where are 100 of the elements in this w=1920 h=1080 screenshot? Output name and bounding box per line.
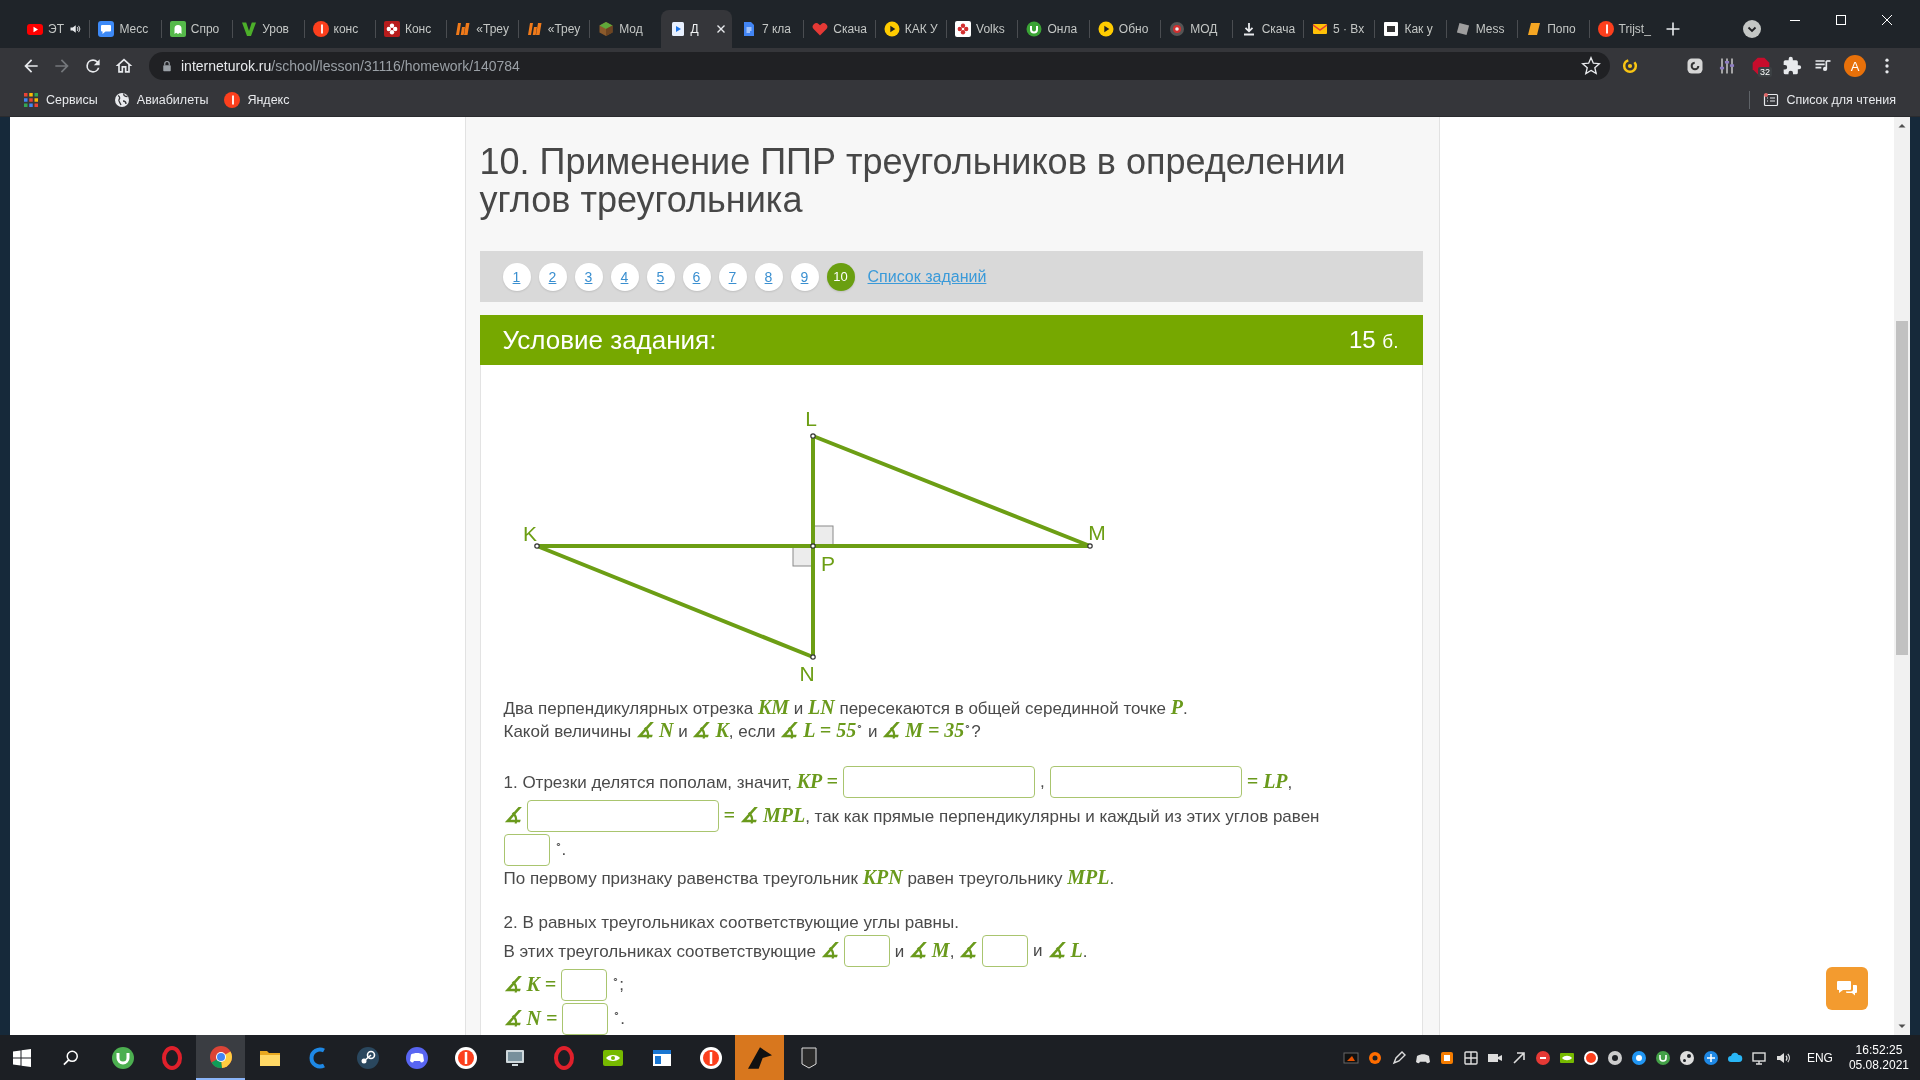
circle-logo-icon[interactable]	[1534, 1049, 1551, 1066]
browser-tab[interactable]: «Треу	[517, 10, 590, 48]
speaker-icon[interactable]	[68, 23, 81, 35]
browser-tab[interactable]: Спро	[160, 10, 233, 48]
ring-icon[interactable]	[1606, 1049, 1623, 1066]
question-text: ∡ N =	[503, 1007, 558, 1031]
network-icon[interactable]	[1750, 1049, 1767, 1066]
play-icon	[27, 21, 43, 37]
browser-tab[interactable]: Д	[660, 10, 732, 48]
circle-logo-icon[interactable]	[1582, 1049, 1599, 1066]
pen-icon[interactable]	[1390, 1049, 1407, 1066]
task-number-link[interactable]: 3	[574, 262, 603, 291]
globe-icon	[113, 92, 130, 108]
clock-date[interactable]: 05.08.2021	[1848, 1057, 1909, 1073]
language-indicator[interactable]: ENG	[1806, 1035, 1833, 1080]
question-text: $^{∘}$;	[612, 974, 624, 996]
browser-tab[interactable]: Как у	[1374, 10, 1446, 48]
square-logo-icon[interactable]	[1685, 56, 1705, 76]
browser-tab[interactable]: Попо	[1517, 10, 1589, 48]
question-text: По первому признаку равенства треугольник KPN равен треугольнику MPL.	[503, 867, 1115, 890]
bookmark-item[interactable]: Сервисы	[17, 88, 104, 112]
circle-logo-icon[interactable]	[1630, 1049, 1647, 1066]
heart-icon	[812, 21, 829, 37]
reading-list-button[interactable]: Список для чтения	[1757, 88, 1902, 112]
flower-icon	[383, 21, 400, 37]
browser-tab[interactable]: Обно	[1088, 10, 1161, 48]
circle-logo-icon	[312, 21, 329, 37]
browser-tab[interactable]: Скача	[1231, 10, 1304, 48]
answer-field[interactable]	[561, 969, 608, 1001]
reload-icon[interactable]	[83, 56, 103, 76]
dropdown-icon[interactable]	[1743, 20, 1761, 38]
taskbar-app-button[interactable]	[735, 1035, 784, 1080]
answer-field[interactable]	[843, 766, 1035, 798]
home-icon[interactable]	[114, 56, 134, 76]
sliders-icon[interactable]	[1717, 56, 1737, 76]
browser-tab[interactable]: ЭТ	[18, 10, 90, 48]
stripes-logo-icon	[526, 21, 543, 37]
answer-field[interactable]	[526, 800, 719, 832]
browser-tab[interactable]: Mess	[1445, 10, 1518, 48]
question-text: и	[1033, 940, 1043, 962]
scrollbar-thumb[interactable]	[1896, 321, 1908, 655]
play-icon	[883, 21, 900, 37]
browser-tab[interactable]: Конс	[374, 10, 447, 48]
square-logo-icon	[1383, 21, 1400, 37]
ring-icon[interactable]	[1620, 56, 1640, 76]
clock-time[interactable]: 16:52:25	[1855, 1042, 1903, 1058]
task-number-link[interactable]: 4	[610, 262, 639, 291]
browser-tab[interactable]: Месс	[89, 10, 161, 48]
bookmark-item[interactable]: Яндекс	[218, 88, 296, 112]
answer-field[interactable]	[562, 1003, 609, 1035]
question-text: и ∡ M, ∡	[894, 939, 978, 963]
answer-field[interactable]	[1049, 766, 1242, 798]
plus-icon[interactable]	[1665, 21, 1681, 37]
browser-tab[interactable]: Скача	[803, 10, 875, 48]
point-label: K	[522, 522, 537, 545]
answer-field[interactable]	[982, 935, 1029, 967]
task-number-link[interactable]: 7	[718, 262, 747, 291]
tile-logo-icon[interactable]	[1342, 1049, 1359, 1066]
taskbar-app-button[interactable]	[196, 1035, 245, 1080]
ring-icon[interactable]	[1366, 1049, 1383, 1066]
question-text: $^{∘}$.	[613, 1008, 626, 1030]
point-label: P	[820, 552, 835, 575]
task-number-link[interactable]: 8	[754, 262, 783, 291]
browser-tab[interactable]: «Треу	[446, 10, 518, 48]
point-icon	[533, 543, 540, 549]
grid-icon[interactable]	[1462, 1049, 1479, 1066]
star-icon[interactable]	[1581, 56, 1601, 76]
browser-tab[interactable]: Уров	[232, 10, 304, 48]
puzzle-icon[interactable]	[1782, 56, 1802, 76]
point-label: M	[1087, 521, 1106, 544]
circle-logo-icon[interactable]	[1678, 1049, 1695, 1066]
problem-text: Два перпендикулярных отрезка KM и LN пересекаются в общей серединной точке P.	[503, 697, 1189, 720]
browser-tab[interactable]: Trijst_	[1588, 10, 1660, 48]
cross-circle-icon[interactable]	[1702, 1049, 1719, 1066]
answer-field[interactable]	[503, 834, 550, 866]
square-logo-icon[interactable]	[1438, 1049, 1455, 1066]
list-icon	[1763, 92, 1780, 108]
answer-field[interactable]	[843, 935, 890, 967]
scrollbar[interactable]	[1894, 117, 1910, 1035]
browser-tab[interactable]: Volks	[946, 10, 1018, 48]
address-bar[interactable]: interneturok.ru/school/lesson/31116/homework/140784	[149, 52, 1610, 80]
browser-tab[interactable]: КАК У	[874, 10, 947, 48]
circle-logo-icon[interactable]	[1654, 1049, 1671, 1066]
play-icon	[1097, 21, 1114, 37]
point-label: L	[804, 407, 817, 430]
task-number-link[interactable]: 1	[502, 262, 531, 291]
browser-tab[interactable]: МОД	[1160, 10, 1232, 48]
point-icon	[809, 433, 816, 439]
task-number-link[interactable]: 2	[538, 262, 567, 291]
section-title: Условие задания:	[502, 324, 717, 356]
task-number-link[interactable]: 5	[646, 262, 675, 291]
browser-tab[interactable]: 7 кла	[731, 10, 804, 48]
browser-tab[interactable]: Онла	[1017, 10, 1089, 48]
bookmark-item[interactable]: Авиабилеты	[107, 88, 215, 112]
browser-tab[interactable]: 5 · Вх	[1303, 10, 1375, 48]
browser-tab[interactable]: конс	[303, 10, 375, 48]
task-number-link[interactable]: 6	[682, 262, 711, 291]
lock-icon[interactable]	[161, 60, 173, 72]
task-number-link[interactable]: 9	[790, 262, 819, 291]
browser-tab[interactable]: Мод	[589, 10, 661, 48]
